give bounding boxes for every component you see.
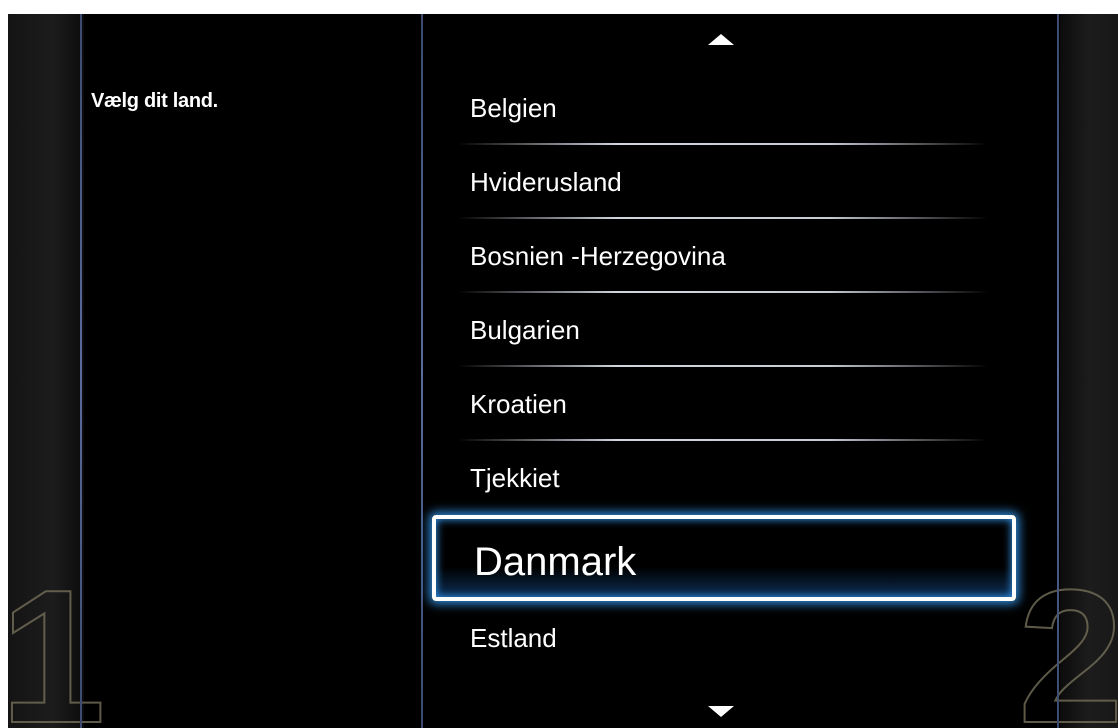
list-item-label: Tjekkiet [470,463,560,493]
list-item-tjekkiet[interactable]: Tjekkiet [428,441,1028,515]
step-indicator-left: 1 [8,551,107,728]
center-panel-divider [421,14,423,728]
country-list: Belgien Hviderusland Bosnien -Herzegovin… [428,71,1028,675]
list-item-label: Hviderusland [470,167,622,197]
list-item-kroatien[interactable]: Kroatien [428,367,1028,441]
list-item-label: Bosnien -Herzegovina [470,241,726,271]
list-item-label: Danmark [474,540,637,584]
tv-setup-screen: 1 23 Vælg dit land. Belgien Hviderusland… [8,14,1118,728]
list-item-hviderusland[interactable]: Hviderusland [428,145,1028,219]
step-indicator-right: 23 [1017,551,1118,728]
list-item-bosnien-herzegovina[interactable]: Bosnien -Herzegovina [428,219,1028,293]
scroll-down-arrow-icon[interactable] [708,706,734,717]
list-item-label: Bulgarien [470,315,580,345]
instruction-label: Vælg dit land. [91,90,218,112]
right-panel-divider [1057,14,1059,728]
list-item-label: Belgien [470,93,557,123]
list-item-belgien[interactable]: Belgien [428,71,1028,145]
list-item-label: Estland [470,623,557,653]
scroll-up-arrow-icon[interactable] [708,34,734,45]
list-item-estland[interactable]: Estland [428,601,1028,675]
list-item-bulgarien[interactable]: Bulgarien [428,293,1028,367]
left-panel-divider [80,14,82,728]
list-item-danmark-selected[interactable]: Danmark [432,515,1016,601]
list-item-label: Kroatien [470,389,567,419]
